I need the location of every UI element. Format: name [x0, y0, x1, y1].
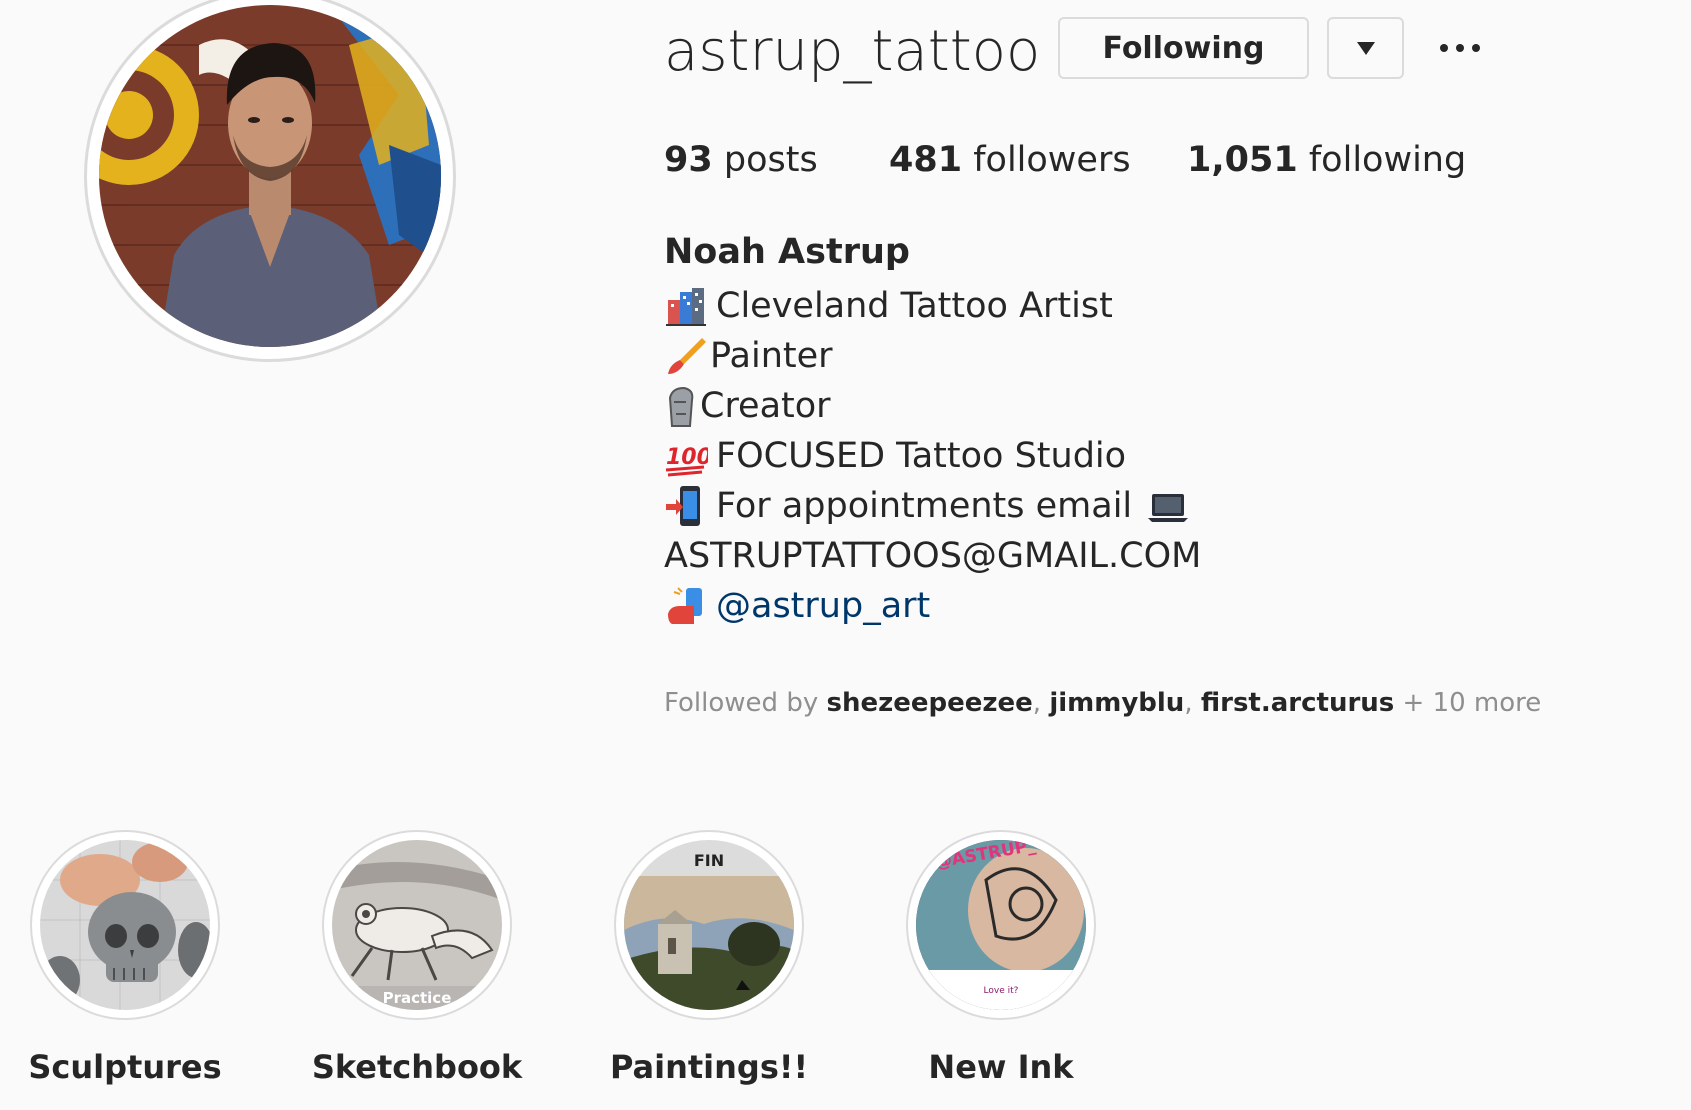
moai-emoji-icon [664, 384, 698, 428]
followed-by-prefix: Followed by [664, 688, 819, 718]
bio-line-creator: Creator [664, 384, 831, 428]
bio-line-cleveland: Cleveland Tattoo Artist [664, 284, 1113, 328]
highlight-label: Sculptures [28, 1048, 222, 1086]
highlight-ring[interactable]: Practice [322, 830, 512, 1020]
highlight-ring[interactable]: FIN [614, 830, 804, 1020]
chevron-down-icon [1356, 41, 1375, 55]
more-options-button[interactable] [1440, 28, 1480, 68]
highlight-overlay-text: FIN [694, 851, 724, 870]
hundred-points-emoji-icon: 100 [664, 434, 708, 478]
highlight-overlay-text: Practice [383, 989, 452, 1007]
posts-count-value: 93 [664, 140, 713, 180]
highlight-new-ink[interactable]: @ASTRUP_TA Love it? New Ink [906, 830, 1096, 1086]
bio-mention-link[interactable]: @astrup_art [716, 584, 930, 628]
mobile-phone-arrow-emoji-icon [664, 484, 708, 528]
following-link[interactable]: 1,051 following [1187, 138, 1466, 182]
highlight-cover-image [40, 840, 210, 1010]
bio-text: Painter [710, 336, 833, 376]
following-count-value: 1,051 [1187, 140, 1298, 180]
following-count-label: following [1308, 140, 1467, 180]
more-dot-icon [1440, 44, 1448, 52]
bio-line-appointments: For appointments email [664, 484, 1190, 528]
cityscape-emoji-icon [664, 284, 708, 328]
profile-username: astrup_tattoo [664, 19, 1041, 84]
highlight-caption-text: Love it? [984, 986, 1019, 996]
suggested-accounts-dropdown-button[interactable] [1327, 17, 1404, 79]
bio-email-text: ASTRUPTATTOOS@GMAIL.COM [664, 536, 1202, 576]
bio-text: Cleveland Tattoo Artist [716, 286, 1113, 326]
followers-count-value: 481 [889, 140, 963, 180]
highlight-ring[interactable] [30, 830, 220, 1020]
followers-count-label: followers [973, 140, 1131, 180]
posts-count: 93 posts [664, 138, 818, 182]
highlight-cover-image: Practice [332, 840, 502, 1010]
followed-by-more[interactable]: + 10 more [1403, 688, 1542, 718]
highlight-label: Paintings!! [609, 1048, 809, 1086]
bio-text: For appointments email [716, 486, 1133, 526]
follower-name[interactable]: shezeepeezee [826, 688, 1032, 718]
profile-avatar[interactable] [84, 0, 456, 362]
highlight-label: New Ink [928, 1048, 1074, 1086]
more-dot-icon [1472, 44, 1480, 52]
followers-link[interactable]: 481 followers [889, 138, 1131, 182]
paintbrush-emoji-icon [664, 334, 708, 378]
highlight-cover-image: @ASTRUP_TA Love it? [916, 840, 1086, 1010]
highlight-paintings[interactable]: FIN Paintings!! [610, 830, 808, 1086]
highlight-cover-image: FIN [624, 840, 794, 1010]
bio-line-painter: Painter [664, 334, 833, 378]
highlight-sketchbook[interactable]: Practice Sketchbook [312, 830, 522, 1086]
follower-name[interactable]: jimmyblu [1049, 688, 1184, 718]
following-button[interactable]: Following [1058, 17, 1309, 79]
selfie-emoji-icon [664, 584, 708, 628]
followed-by-text[interactable]: Followed by shezeepeezee, jimmyblu, firs… [664, 686, 1541, 720]
profile-full-name: Noah Astrup [664, 232, 910, 272]
bio-line-studio: 100 FOCUSED Tattoo Studio [664, 434, 1126, 478]
posts-count-label: posts [723, 140, 818, 180]
bio-text: FOCUSED Tattoo Studio [716, 436, 1127, 476]
highlight-sculptures[interactable]: Sculptures [28, 830, 222, 1086]
follower-name[interactable]: first.arcturus [1201, 688, 1394, 718]
more-dot-icon [1456, 44, 1464, 52]
bio-line-email: ASTRUPTATTOOS@GMAIL.COM [664, 534, 1201, 578]
bio-text: Creator [700, 386, 831, 426]
highlight-label: Sketchbook [311, 1048, 523, 1086]
highlight-ring[interactable]: @ASTRUP_TA Love it? [906, 830, 1096, 1020]
avatar-photo [99, 5, 441, 347]
bio-line-link: @astrup_art [664, 584, 930, 628]
laptop-emoji-icon [1146, 484, 1190, 528]
